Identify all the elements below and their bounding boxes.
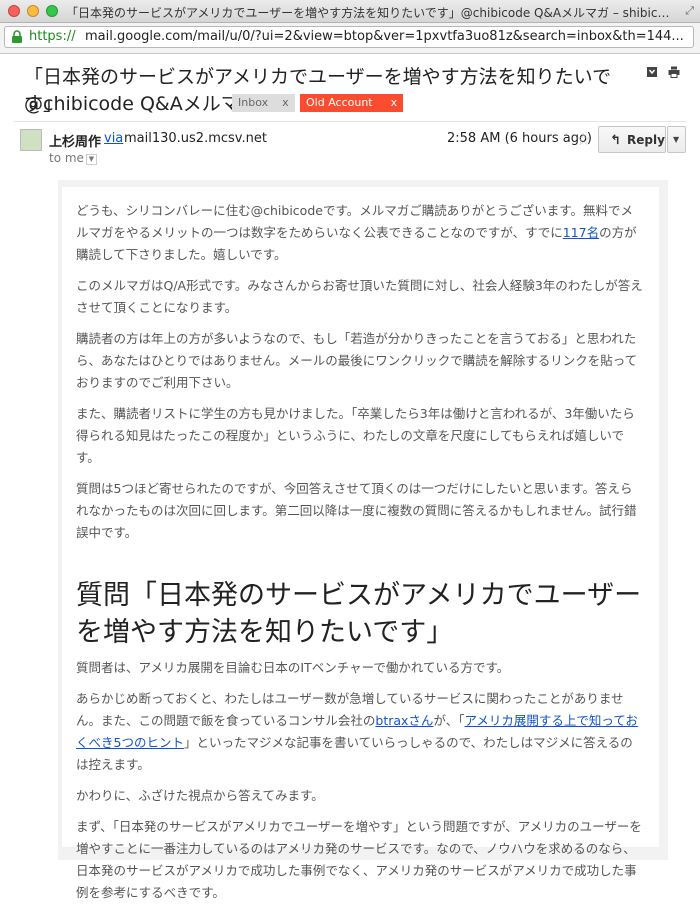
- body-paragraph: あらかじめ断っておくと、わたしはユーザー数が急増しているサービスに関わったことが…: [76, 688, 644, 776]
- remove-label-inbox-icon[interactable]: x: [282, 96, 289, 109]
- label-inbox-text: Inbox: [238, 96, 269, 109]
- sender-mailer: mail130.us2.mcsv.net: [124, 131, 267, 146]
- body-paragraph: かわりに、ふざけた視点から答えてみます。: [76, 788, 324, 803]
- fullscreen-icon[interactable]: ⤢: [685, 4, 694, 18]
- address-bar: https:// mail.google.com/mail/u/0/?ui=2&…: [0, 23, 700, 54]
- star-icon[interactable]: ☆: [576, 130, 591, 150]
- label-inbox[interactable]: Inbox x: [232, 94, 295, 112]
- body-heading: 質問「日本発のサービスがアメリカでユーザーを増やす方法を知りたいです」: [76, 580, 642, 648]
- body-paragraph: また、購読者リストに学生の方も見かけました。「卒業したら3年は働けと言われるが、…: [76, 406, 635, 465]
- url-field[interactable]: https:// mail.google.com/mail/u/0/?ui=2&…: [4, 26, 694, 48]
- body-text: が、「: [433, 713, 465, 728]
- close-window-button[interactable]: [8, 5, 20, 17]
- reply-button-label: Reply: [627, 133, 665, 147]
- sender-avatar[interactable]: [20, 129, 42, 151]
- header-divider: [14, 121, 686, 122]
- label-old-account[interactable]: Old Account x: [300, 94, 404, 112]
- window-title: 「日本発のサービスがアメリカでユーザーを増やす方法を知りたいです」@chibic…: [66, 6, 670, 20]
- zoom-window-button[interactable]: [46, 5, 58, 17]
- body-paragraph: 質問は5つほど寄せられたのですが、今回答えさせて頂くのは一つだけにしたいと思いま…: [76, 481, 637, 540]
- via-link[interactable]: via: [104, 131, 123, 146]
- label-old-account-text: Old Account: [306, 96, 373, 109]
- more-actions-button[interactable]: ▼: [667, 126, 686, 153]
- chevron-down-icon[interactable]: ▼: [86, 154, 97, 165]
- sender-name[interactable]: 上杉周作: [49, 131, 101, 150]
- btrax-link[interactable]: btraxさん: [375, 713, 433, 728]
- body-paragraph: このメルマガはQ/A形式です。みなさんからお寄せ頂いた質問に対し、社会人経験3年…: [76, 278, 643, 315]
- dropdown-arrow-icon: ▼: [673, 135, 680, 144]
- body-paragraph: まず、「日本発のサービスがアメリカでユーザーを増やす」という問題ですが、アメリカ…: [76, 819, 642, 900]
- window-title-bar: 「日本発のサービスがアメリカでユーザーを増やす方法を知りたいです」@chibic…: [0, 0, 700, 23]
- body-text: どうも、シリコンバレーに住む@chibicodeです。メルマガご購読ありがとうご…: [76, 203, 633, 240]
- body-paragraph: 購読者の方は年上の方が多いようなので、もし「若造が分かりきったことを言うておる」…: [76, 331, 638, 390]
- print-icon[interactable]: [668, 66, 680, 78]
- url-text: mail.google.com/mail/u/0/?ui=2&view=btop…: [85, 29, 684, 44]
- subscriber-count-link[interactable]: 117名: [563, 225, 599, 240]
- message-body: どうも、シリコンバレーに住む@chibicodeです。メルマガご購読ありがとうご…: [76, 200, 644, 913]
- lock-icon: [12, 30, 22, 43]
- reply-button[interactable]: ↰ Reply: [598, 126, 666, 153]
- remove-label-old-account-icon[interactable]: x: [391, 96, 398, 109]
- body-paragraph: 質問者は、アメリカ展開を目論む日本のITベンチャーで働かれている方です。: [76, 660, 510, 675]
- email-timestamp: 2:58 AM (6 hours ago): [447, 131, 592, 146]
- body-paragraph: どうも、シリコンバレーに住む@chibicodeです。メルマガご購読ありがとうご…: [76, 200, 644, 266]
- recipient-text: to me: [49, 151, 84, 165]
- new-window-icon[interactable]: [646, 66, 658, 78]
- url-scheme: https://: [29, 29, 76, 44]
- minimize-window-button[interactable]: [27, 5, 39, 17]
- reply-arrow-icon: ↰: [610, 133, 621, 148]
- email-subject-line2: @chibicode Q&Aメルマガ: [24, 93, 259, 115]
